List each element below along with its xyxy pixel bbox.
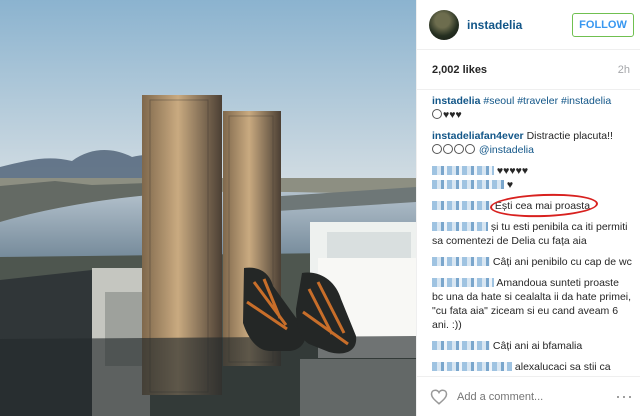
comment-item: ♥♥♥♥♥ ♥ [432,164,632,192]
avatar[interactable] [429,9,459,40]
blurred-username [432,222,488,231]
blurred-username [432,278,494,287]
comment-text: Câți ani ai bfamalia [492,340,583,352]
comment-hearts: ♥♥♥♥♥ [496,165,529,177]
comment-author[interactable]: instadeliafan4ever [432,130,524,142]
post-time: 2h [617,63,630,76]
blurred-username [432,166,494,175]
comment-item: Câți ani ai bfamalia [432,339,632,353]
blurred-username [432,257,490,266]
face-emoji-icon [454,144,464,154]
post-photo [0,0,416,416]
seoul-skyline-photo [0,0,416,416]
comment-text: alexalucaci sa stii ca [514,361,611,373]
highlight-oval [489,192,599,219]
comment-item: Amandoua sunteti proaste bc una da hate … [432,276,632,332]
comment-heart: ♥ [506,179,514,191]
comments-list: instadelia #seoul #traveler #instadelia … [417,90,640,374]
post-sidebar: instadelia FOLLOW 2,002 likes 2h instade… [416,0,640,416]
comment-item: și tu esti penibila ca iti permiti sa co… [432,220,632,248]
comment-author[interactable]: instadelia [432,95,480,107]
post-stats: 2,002 likes 2h [417,50,640,90]
face-emoji-icon [443,144,453,154]
follow-button[interactable]: FOLLOW [572,12,634,37]
comment-item: instadelia #seoul #traveler #instadelia … [432,94,632,122]
heart-icon[interactable] [429,388,449,406]
blurred-username [432,341,490,350]
blurred-username [432,201,492,210]
face-emoji-icon [432,144,442,154]
comment-input[interactable] [457,384,615,409]
comment-text: Distractie placuta!! [526,130,613,142]
face-emoji-icon [465,144,475,154]
smile-emoji-icon [432,109,442,119]
comment-mention[interactable]: @instadelia [479,144,534,156]
comment-item: alexalucaci sa stii ca [432,360,632,374]
comment-item: Ești cea mai proasta [432,192,632,219]
likes-count[interactable]: 2,002 likes [432,64,487,76]
blurred-text [432,180,504,189]
heart-emoji-text: ♥♥♥ [443,109,462,121]
comment-item: instadeliafan4ever Distractie placuta!! … [432,129,632,157]
post-username[interactable]: instadelia [467,18,572,32]
blurred-username [432,362,512,371]
comment-hashtags[interactable]: #seoul #traveler #instadelia [483,95,611,107]
more-options-icon[interactable]: ⋯ [615,388,633,406]
post-header: instadelia FOLLOW [417,0,640,50]
comment-item: Câți ani penibilo cu cap de wc [432,255,632,269]
comment-text: Câți ani penibilo cu cap de wc [492,256,632,268]
post-actions: ⋯ [417,376,640,416]
